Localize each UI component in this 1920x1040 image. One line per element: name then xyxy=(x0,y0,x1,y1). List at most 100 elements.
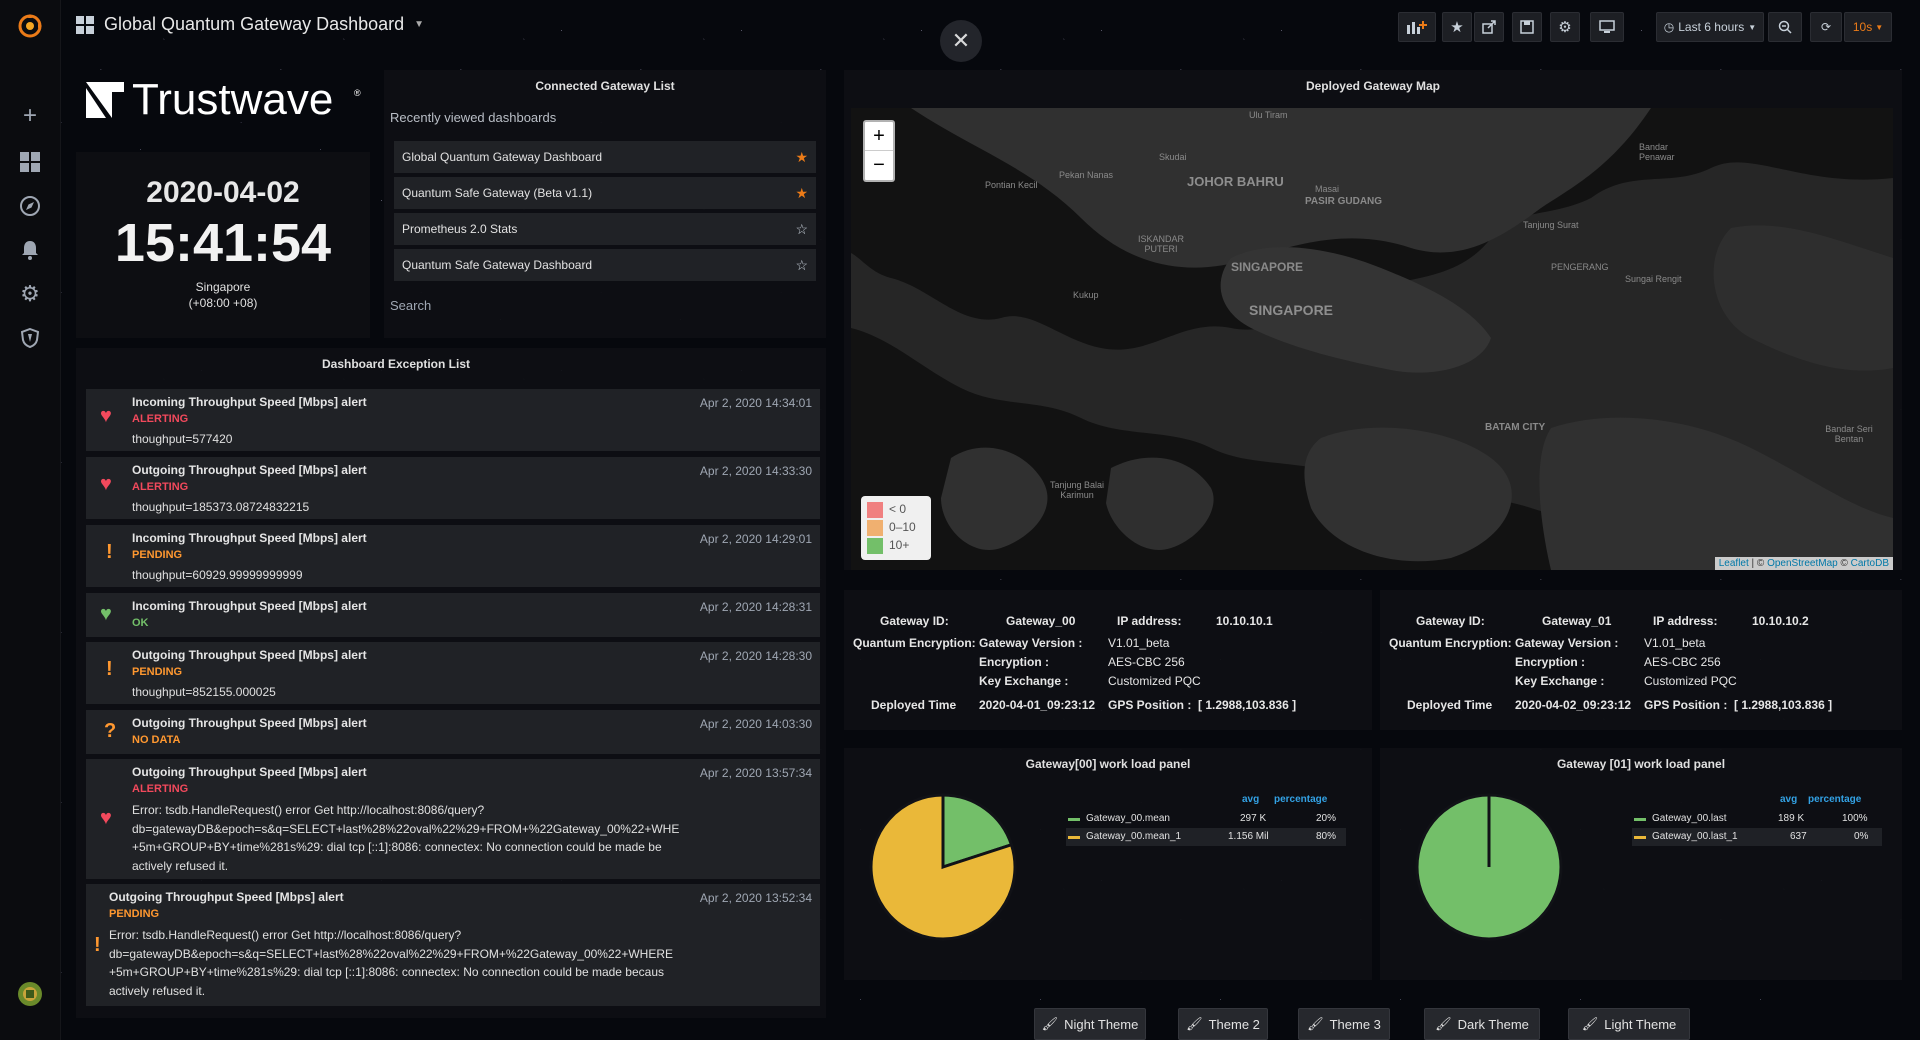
alert-list-item[interactable]: ♥ Outgoing Throughput Speed [Mbps] alert… xyxy=(86,457,820,519)
alert-name: Outgoing Throughput Speed [Mbps] alert xyxy=(109,890,344,904)
explore-compass-icon[interactable] xyxy=(0,188,60,224)
clock-time: 15:41:54 xyxy=(114,213,332,273)
legend-header-percentage[interactable]: percentage xyxy=(1808,794,1861,805)
alert-list-item[interactable]: ♥ Outgoing Throughput Speed [Mbps] alert… xyxy=(86,759,820,879)
encryption-label: Encryption : xyxy=(979,655,1050,669)
night-theme-button[interactable]: 🖌 Night Theme xyxy=(1034,1008,1146,1040)
light-theme-button[interactable]: 🖌 Light Theme xyxy=(1568,1008,1690,1040)
alert-detail: thoughput=852155.000025 xyxy=(132,685,276,699)
legend-row[interactable]: Gateway_00.last 189 K 100% xyxy=(1632,810,1882,828)
share-icon xyxy=(1482,20,1496,34)
map-tiles xyxy=(851,108,1893,570)
key-exchange-value: Customized PQC xyxy=(1644,674,1737,688)
alert-time: Apr 2, 2020 14:34:01 xyxy=(699,396,812,410)
cycle-view-mode-button[interactable] xyxy=(1590,12,1624,42)
ip-address-label: IP address: xyxy=(1117,614,1182,628)
dashboard-title[interactable]: Global Quantum Gateway Dashboard ▼ xyxy=(76,14,424,35)
recent-dashboard-item[interactable]: Quantum Safe Gateway Dashboard ☆ xyxy=(394,249,816,281)
alert-list-item[interactable]: ! Outgoing Throughput Speed [Mbps] alert… xyxy=(86,884,820,1006)
chevron-down-icon: ▼ xyxy=(1875,22,1884,32)
svg-text:®: ® xyxy=(354,88,361,98)
legend-percent-value: 100% xyxy=(1842,813,1868,824)
legend-series-name: Gateway_00.last_1 xyxy=(1652,831,1738,842)
clock-date: 2020-04-02 xyxy=(146,176,300,209)
theme-2-button[interactable]: 🖌 Theme 2 xyxy=(1178,1008,1268,1040)
create-plus-icon[interactable]: + xyxy=(0,98,60,134)
star-outline-icon[interactable]: ☆ xyxy=(795,257,808,274)
star-outline-icon[interactable]: ☆ xyxy=(795,221,808,238)
openstreetmap-link[interactable]: OpenStreetMap xyxy=(1767,558,1838,569)
alert-list-item[interactable]: ♥ Incoming Throughput Speed [Mbps] alert… xyxy=(86,389,820,451)
server-admin-shield-icon[interactable] xyxy=(0,320,60,356)
ip-address-label: IP address: xyxy=(1653,614,1718,628)
pie-chart[interactable] xyxy=(868,792,1018,942)
alert-name: Outgoing Throughput Speed [Mbps] alert xyxy=(132,463,367,477)
map-zoom-control: + − xyxy=(863,120,895,182)
add-panel-button[interactable] xyxy=(1398,12,1436,42)
alerting-bell-icon[interactable] xyxy=(0,232,60,268)
grafana-logo-icon[interactable] xyxy=(0,8,60,44)
legend-percent-value: 20% xyxy=(1316,813,1337,824)
theme-3-button[interactable]: 🖌 Theme 3 xyxy=(1298,1008,1390,1040)
star-filled-icon[interactable]: ★ xyxy=(795,149,808,166)
trustwave-logo: Trustwave ® xyxy=(86,75,361,124)
deployed-time-label: Deployed Time xyxy=(1407,698,1493,712)
gear-icon: ⚙ xyxy=(1558,19,1572,36)
map-canvas[interactable]: Ulu Tiram Skudai Pekan Nanas Pontian Kec… xyxy=(851,108,1893,570)
refresh-interval-value: 10s xyxy=(1852,20,1873,34)
alert-state: ALERTING xyxy=(132,783,189,795)
refresh-button[interactable]: ⟳ xyxy=(1810,12,1842,42)
alert-list-item[interactable]: ! Incoming Throughput Speed [Mbps] alert… xyxy=(86,525,820,587)
gateway-version-label: Gateway Version : xyxy=(979,636,1083,650)
legend-swatch xyxy=(867,502,883,518)
gps-position-value: [ 1.2988,103.836 ] xyxy=(1734,698,1833,712)
broken-heart-icon: ♥ xyxy=(100,807,112,829)
legend-header-avg[interactable]: avg xyxy=(1242,794,1259,805)
dashboard-settings-button[interactable]: ⚙ xyxy=(1550,12,1580,42)
clock-offset: (+08:00 +08) xyxy=(188,296,258,310)
legend-header-percentage[interactable]: percentage xyxy=(1274,794,1327,805)
alert-list-item[interactable]: ? Outgoing Throughput Speed [Mbps] alert… xyxy=(86,710,820,754)
zoom-out-time-button[interactable] xyxy=(1768,12,1802,42)
refresh-interval-picker[interactable]: 10s ▼ xyxy=(1844,12,1892,42)
brush-icon: 🖌 xyxy=(1581,1016,1599,1031)
recent-dashboard-item[interactable]: Global Quantum Gateway Dashboard ★ xyxy=(394,141,816,173)
dashboards-grid-icon[interactable] xyxy=(0,144,60,180)
save-dashboard-button[interactable] xyxy=(1512,12,1542,42)
configuration-gear-icon[interactable]: ⚙ xyxy=(0,276,60,312)
map-place-label: Skudai xyxy=(1159,152,1187,162)
alert-name: Incoming Throughput Speed [Mbps] alert xyxy=(132,395,367,409)
star-dashboard-button[interactable]: ★ xyxy=(1442,12,1472,42)
quantum-encryption-label: Quantum Encryption: xyxy=(853,636,976,650)
user-avatar[interactable] xyxy=(0,976,60,1012)
legend-row[interactable]: Gateway_00.mean_1 1.156 Mil 80% xyxy=(1066,828,1346,846)
encryption-value: AES-CBC 256 xyxy=(1108,655,1185,669)
exit-kiosk-close-button[interactable]: ✕ xyxy=(940,20,982,62)
recent-dashboard-label: Global Quantum Gateway Dashboard xyxy=(402,150,603,164)
alert-list-item[interactable]: ! Outgoing Throughput Speed [Mbps] alert… xyxy=(86,642,820,704)
time-range-picker[interactable]: ◷ Last 6 hours ▼ xyxy=(1656,12,1764,42)
recent-dashboard-item[interactable]: Quantum Safe Gateway (Beta v1.1) ★ xyxy=(394,177,816,209)
brush-icon: 🖌 xyxy=(1435,1016,1452,1031)
share-dashboard-button[interactable] xyxy=(1474,12,1504,42)
theme-button-label: Dark Theme xyxy=(1457,1016,1529,1032)
map-place-label: Sungai Rengit xyxy=(1625,274,1682,284)
legend-avg-value: 637 xyxy=(1790,831,1807,842)
pie-chart[interactable] xyxy=(1414,792,1564,942)
cartodb-link[interactable]: CartoDB xyxy=(1851,558,1889,569)
map-place-label: Pekan Nanas xyxy=(1059,170,1114,180)
star-filled-icon[interactable]: ★ xyxy=(795,185,808,202)
dark-theme-button[interactable]: 🖌 Dark Theme xyxy=(1424,1008,1540,1040)
recent-dashboard-item[interactable]: Prometheus 2.0 Stats ☆ xyxy=(394,213,816,245)
alert-list-item[interactable]: ♥ Incoming Throughput Speed [Mbps] alert… xyxy=(86,593,820,637)
gateway-id-label: Gateway ID: xyxy=(880,614,949,628)
legend-header-avg[interactable]: avg xyxy=(1780,794,1797,805)
legend-row[interactable]: Gateway_00.mean 297 K 20% xyxy=(1066,810,1346,828)
map-zoom-out-button[interactable]: − xyxy=(865,151,893,179)
chevron-down-icon: ▼ xyxy=(1748,22,1757,32)
deployed-time-label: Deployed Time xyxy=(871,698,957,712)
leaflet-link[interactable]: Leaflet xyxy=(1719,558,1749,569)
legend-row[interactable]: Gateway_00.last_1 637 0% xyxy=(1632,828,1882,846)
map-zoom-in-button[interactable]: + xyxy=(865,122,893,151)
alert-detail: Error: tsdb.HandleRequest() error Get ht… xyxy=(109,928,673,999)
